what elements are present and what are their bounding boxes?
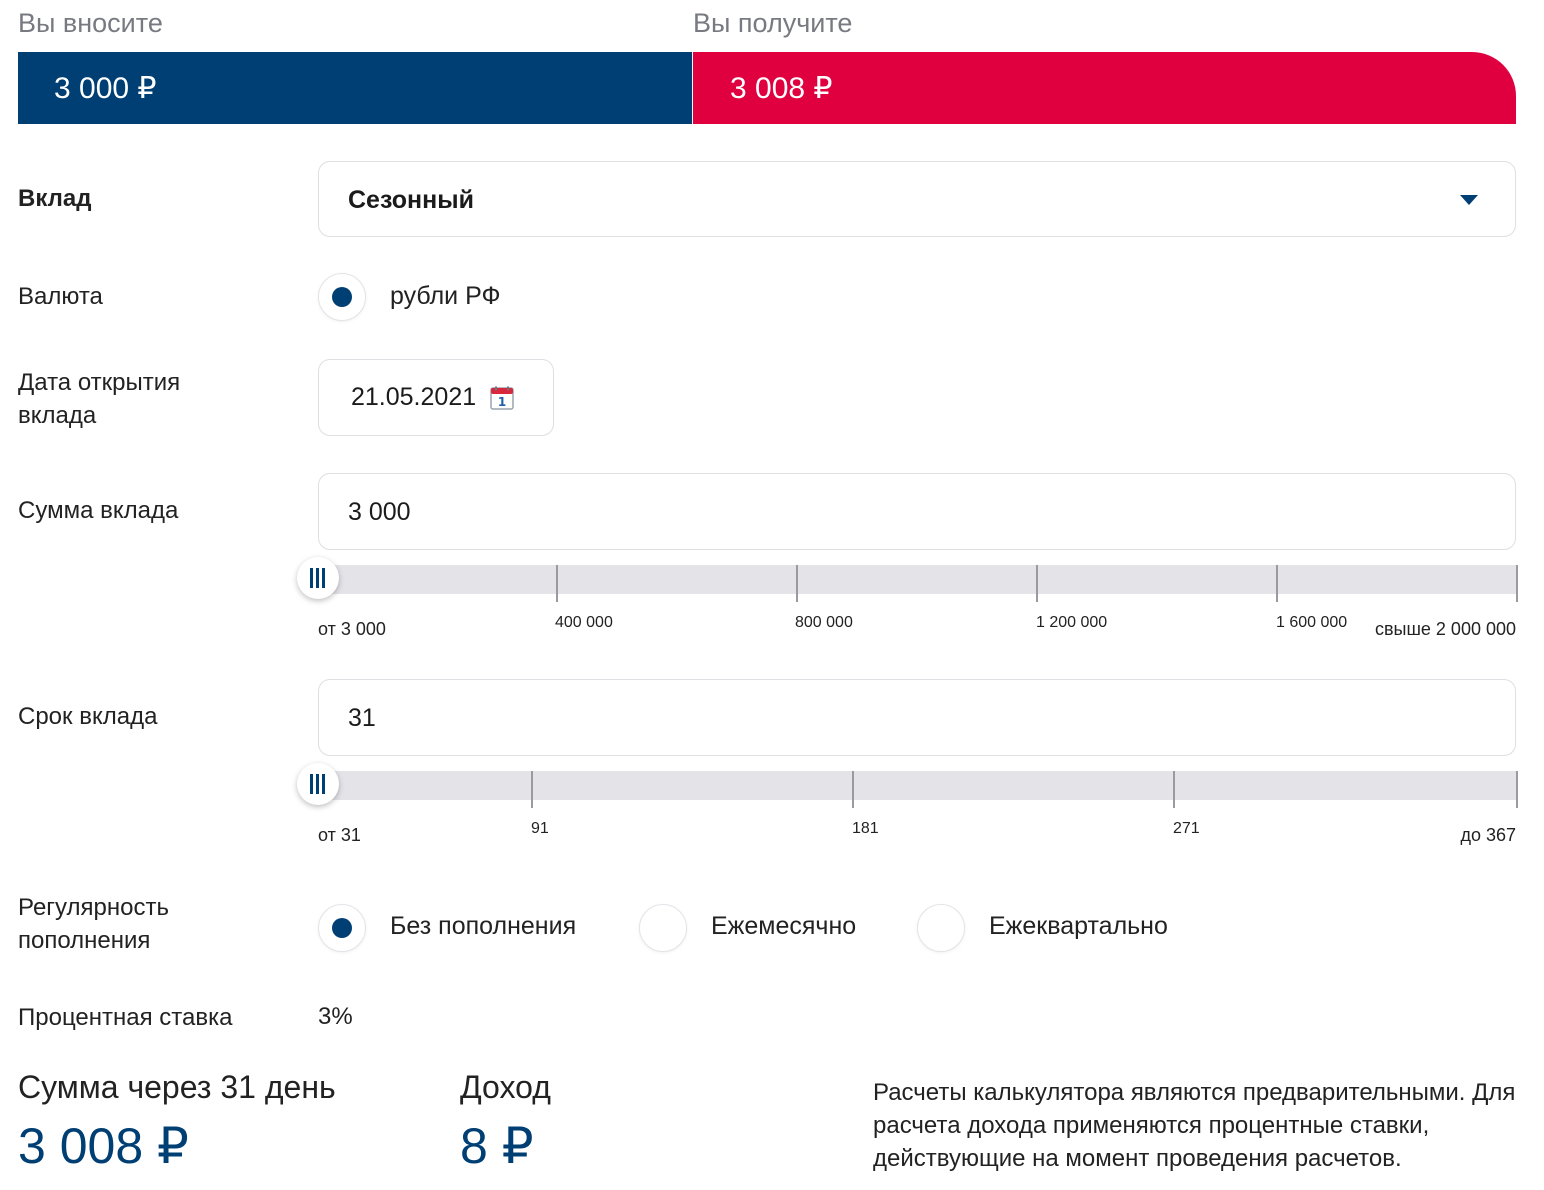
amount-value: 3 000 xyxy=(348,498,411,526)
term-input[interactable]: 31 xyxy=(318,679,1516,756)
receive-summary-bar: 3 008 ₽ xyxy=(693,52,1516,124)
currency-label: Валюта xyxy=(18,283,103,310)
replenishment-radio-none[interactable] xyxy=(318,904,366,952)
total-amount-value: 3 008 ₽ xyxy=(18,1118,189,1174)
replenishment-label: Регулярность пополнения xyxy=(18,894,169,954)
term-tick-label: 271 xyxy=(1173,820,1200,837)
amount-tick-label: 1 600 000 xyxy=(1276,614,1348,631)
deposit-summary-value: 3 000 ₽ xyxy=(54,72,157,105)
amount-max-label: свыше 2 000 000 xyxy=(1374,619,1516,639)
amount-input[interactable]: 3 000 xyxy=(318,473,1516,550)
currency-option-label: рубли РФ xyxy=(390,282,501,310)
income-label: Доход xyxy=(460,1069,551,1105)
radio-selected-dot xyxy=(332,287,352,307)
amount-tick xyxy=(1036,565,1038,602)
open-date-field[interactable]: 21.05.2021 1 xyxy=(318,359,554,436)
deposit-type-value: Сезонный xyxy=(348,186,474,214)
replenishment-radio-monthly[interactable] xyxy=(639,904,687,952)
term-max-label: до 367 xyxy=(1460,825,1516,845)
deposit-type-select[interactable]: Сезонный xyxy=(318,161,1516,237)
amount-tick-label: 1 200 000 xyxy=(1036,614,1108,631)
replenishment-option-none: Без пополнения xyxy=(390,912,577,940)
term-tick xyxy=(1516,771,1518,808)
term-slider-track[interactable] xyxy=(318,771,1518,808)
amount-tick-label: 800 000 xyxy=(795,614,853,631)
receive-summary-value: 3 008 ₽ xyxy=(730,72,833,105)
deposit-summary-label: Вы вносите xyxy=(18,8,163,38)
term-value: 31 xyxy=(348,704,376,732)
replenishment-option-monthly: Ежемесячно xyxy=(711,912,857,940)
open-date-value: 21.05.2021 xyxy=(351,383,477,411)
calculation-disclaimer: Расчеты калькулятора являются предварите… xyxy=(873,1079,1516,1172)
term-tick xyxy=(852,771,854,808)
receive-summary-label: Вы получите xyxy=(693,8,853,38)
rate-label: Процентная ставка xyxy=(18,1004,233,1031)
amount-label: Сумма вклада xyxy=(18,497,179,524)
replenishment-option-quarterly: Ежеквартально xyxy=(989,912,1168,940)
term-tick xyxy=(1173,771,1175,808)
term-tick-label: 181 xyxy=(852,820,879,837)
amount-min-label: от 3 000 xyxy=(318,619,386,639)
income-value: 8 ₽ xyxy=(460,1118,534,1174)
deposit-summary-bar: 3 000 ₽ xyxy=(18,52,692,124)
term-tick xyxy=(531,771,533,808)
term-label: Срок вклада xyxy=(18,703,158,730)
amount-tick xyxy=(1516,565,1518,602)
replenishment-radio-quarterly[interactable] xyxy=(917,904,965,952)
currency-radio-rub[interactable] xyxy=(318,273,366,321)
calendar-icon[interactable]: 1 xyxy=(490,386,514,415)
calendar-icon-day: 1 xyxy=(498,395,506,409)
amount-tick-label: 400 000 xyxy=(555,614,613,631)
amount-slider-thumb[interactable] xyxy=(297,557,339,599)
total-amount-label: Сумма через 31 день xyxy=(18,1069,336,1105)
open-date-label: Дата открытия вклада xyxy=(18,369,181,429)
rate-value: 3% xyxy=(318,1003,353,1030)
amount-tick xyxy=(796,565,798,602)
deposit-type-label: Вклад xyxy=(18,185,92,212)
amount-tick xyxy=(1276,565,1278,602)
term-tick-label: 91 xyxy=(531,820,549,837)
term-slider-thumb[interactable] xyxy=(297,763,339,805)
radio-selected-dot xyxy=(332,918,352,938)
amount-tick xyxy=(556,565,558,602)
caret-down-icon[interactable] xyxy=(1460,195,1478,205)
term-min-label: от 31 xyxy=(318,825,361,845)
amount-slider-track[interactable] xyxy=(318,565,1518,602)
